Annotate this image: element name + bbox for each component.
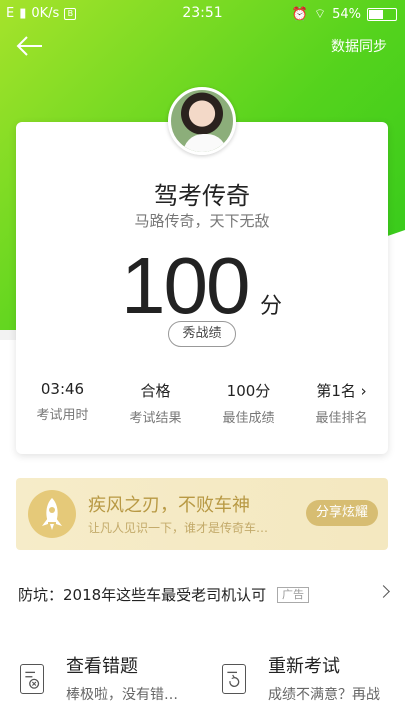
- result-subtitle: 马路传奇，天下无敌: [134, 212, 270, 230]
- wifi-icon: ⌔: [313, 7, 327, 22]
- stat-label: 考试用时: [36, 408, 89, 423]
- stat-best-score: 100分 最佳成绩: [202, 380, 295, 426]
- stats-row: 03:46 考试用时 合格 考试结果 100分 最佳成绩 第1名 › 最佳排名: [16, 380, 388, 426]
- chevron-right-icon: ›: [355, 382, 367, 400]
- alarm-icon: ⏰: [291, 6, 308, 22]
- stat-time: 03:46 考试用时: [16, 380, 109, 426]
- score-unit: 分: [260, 294, 283, 319]
- action-title: 重新考试: [268, 656, 340, 677]
- result-card: 驾考传奇 马路传奇，天下无敌 100 分 秀战绩 03:46 考试用时 合格 考…: [16, 122, 388, 454]
- show-results-button[interactable]: 秀战绩: [168, 321, 236, 347]
- data-sync-button[interactable]: 数据同步: [331, 36, 387, 56]
- avatar[interactable]: [168, 87, 236, 155]
- result-title: 驾考传奇: [154, 182, 250, 210]
- score-value: 100: [121, 241, 250, 330]
- stat-label: 最佳成绩: [222, 411, 275, 426]
- rocket-icon: [28, 490, 76, 538]
- top-bar: 数据同步: [0, 28, 405, 64]
- action-subtitle: 成绩不满意？再战: [268, 687, 380, 703]
- share-button[interactable]: 分享炫耀: [306, 500, 378, 526]
- action-subtitle: 棒极啦，没有错…: [66, 687, 178, 703]
- retake-exam-button[interactable]: 重新考试 成绩不满意？再战: [222, 648, 405, 720]
- chevron-right-icon: [377, 585, 390, 598]
- stat-label: 最佳排名: [315, 411, 368, 426]
- back-arrow-icon[interactable]: [14, 34, 44, 58]
- action-title: 查看错题: [66, 656, 138, 677]
- retake-icon: [222, 664, 246, 694]
- stat-value: 第1名: [316, 382, 356, 400]
- mistakes-icon: [20, 664, 44, 694]
- stat-best-rank[interactable]: 第1名 › 最佳排名: [295, 380, 388, 426]
- stat-label: 考试结果: [129, 411, 182, 426]
- stat-value: 100分: [226, 382, 271, 400]
- status-bar: E ▮ 0K/s B 23:51 ⏰ ⌔ 54%: [0, 0, 405, 28]
- stat-value: 合格: [140, 382, 171, 400]
- ad-link[interactable]: 防坑：2018年这些车最受老司机认可 广告: [18, 584, 390, 608]
- battery-icon: [367, 7, 397, 21]
- achievement-banner[interactable]: 疾风之刃，不败车神 让凡人见识一下，谁才是传奇车… 分享炫耀: [16, 478, 388, 550]
- ad-tag: 广告: [276, 587, 309, 603]
- banner-title: 疾风之刃，不败车神: [88, 495, 250, 516]
- action-row: 查看错题 棒极啦，没有错… 重新考试 成绩不满意？再战: [0, 648, 405, 720]
- banner-subtitle: 让凡人见识一下，谁才是传奇车…: [88, 521, 269, 535]
- view-mistakes-button[interactable]: 查看错题 棒极啦，没有错…: [20, 648, 210, 720]
- ad-text: 防坑：2018年这些车最受老司机认可: [18, 586, 267, 604]
- stat-result: 合格 考试结果: [109, 380, 202, 426]
- stat-value: 03:46: [40, 380, 85, 398]
- battery-percent: 54%: [332, 6, 361, 22]
